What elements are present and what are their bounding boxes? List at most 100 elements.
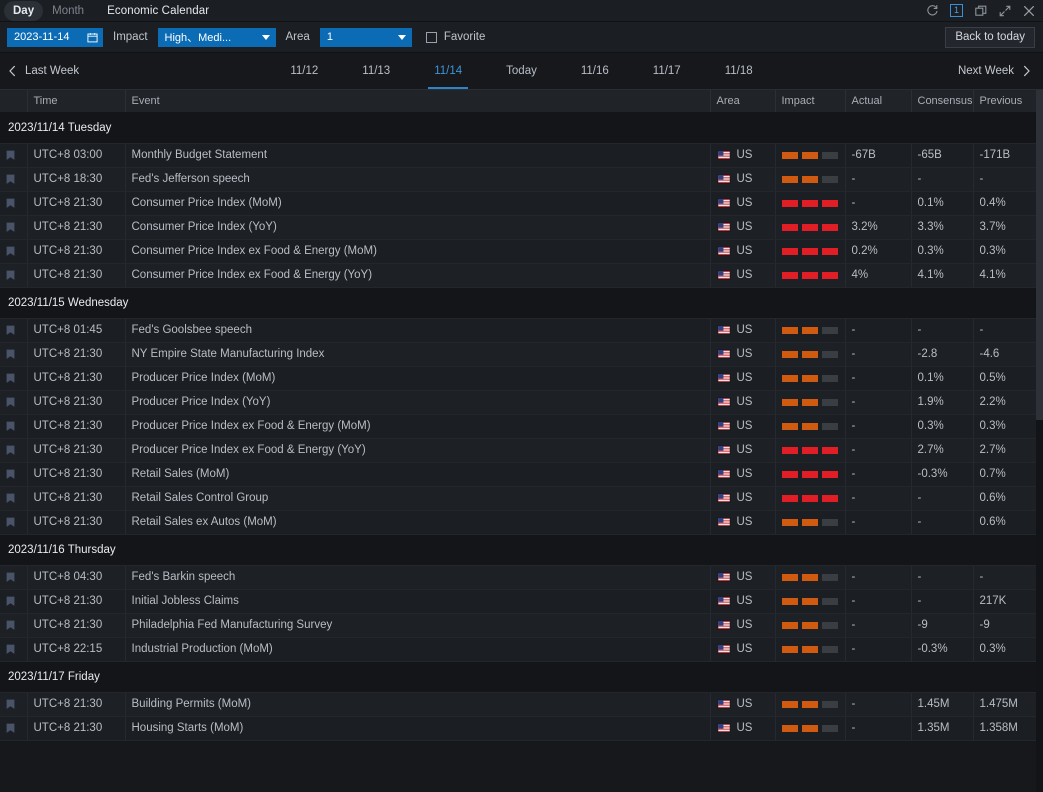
bookmark-icon[interactable] (6, 644, 21, 655)
close-icon[interactable] (1022, 4, 1035, 17)
table-row[interactable]: UTC+8 21:30Housing Starts (MoM)US-1.35M1… (0, 716, 1036, 740)
favorite-toggle-cell[interactable] (0, 239, 27, 263)
favorite-toggle-cell[interactable] (0, 390, 27, 414)
back-to-today-button[interactable]: Back to today (945, 27, 1035, 48)
table-row[interactable]: UTC+8 21:30Retail Sales Control GroupUS-… (0, 486, 1036, 510)
bookmark-icon[interactable] (6, 572, 21, 583)
table-row[interactable]: UTC+8 21:30Retail Sales (MoM)US--0.3%0.7… (0, 462, 1036, 486)
table-row[interactable]: UTC+8 21:30Consumer Price Index ex Food … (0, 263, 1036, 287)
table-row[interactable]: UTC+8 21:30Consumer Price Index (YoY)US3… (0, 215, 1036, 239)
favorite-toggle-cell[interactable] (0, 342, 27, 366)
favorite-toggle-cell[interactable] (0, 318, 27, 342)
table-row[interactable]: UTC+8 21:30Consumer Price Index (MoM)US-… (0, 191, 1036, 215)
cell-time: UTC+8 21:30 (27, 438, 125, 462)
day-tab-1114[interactable]: 11/14 (412, 53, 484, 89)
impact-bar (822, 375, 838, 382)
column-area[interactable]: Area (710, 90, 775, 112)
impact-filter-select[interactable]: High、Medi... (158, 28, 276, 47)
table-row[interactable]: UTC+8 22:15Industrial Production (MoM)US… (0, 637, 1036, 661)
tab-day[interactable]: Day (4, 1, 43, 21)
vertical-scrollbar-track[interactable] (1036, 90, 1043, 792)
table-row[interactable]: UTC+8 03:00Monthly Budget StatementUS-67… (0, 143, 1036, 167)
table-row[interactable]: UTC+8 21:30Initial Jobless ClaimsUS--217… (0, 589, 1036, 613)
table-row[interactable]: UTC+8 21:30Consumer Price Index ex Food … (0, 239, 1036, 263)
favorite-toggle-cell[interactable] (0, 143, 27, 167)
favorite-toggle-cell[interactable] (0, 167, 27, 191)
bookmark-icon[interactable] (6, 620, 21, 631)
window-count-badge[interactable]: 1 (950, 4, 963, 17)
favorite-toggle-cell[interactable] (0, 263, 27, 287)
favorite-toggle-cell[interactable] (0, 510, 27, 534)
bookmark-icon[interactable] (6, 421, 21, 432)
bookmark-icon[interactable] (6, 397, 21, 408)
favorite-toggle-cell[interactable] (0, 462, 27, 486)
bookmark-icon[interactable] (6, 222, 21, 233)
table-row[interactable]: UTC+8 04:30Fed's Barkin speechUS--- (0, 565, 1036, 589)
bookmark-icon[interactable] (6, 373, 21, 384)
bookmark-icon[interactable] (6, 445, 21, 456)
favorite-toggle-cell[interactable] (0, 637, 27, 661)
favorite-toggle-cell[interactable] (0, 438, 27, 462)
table-row[interactable]: UTC+8 18:30Fed's Jefferson speechUS--- (0, 167, 1036, 191)
impact-bar (802, 152, 818, 159)
bookmark-icon[interactable] (6, 325, 21, 336)
day-tab-1118[interactable]: 11/18 (703, 53, 775, 89)
table-row[interactable]: UTC+8 21:30Philadelphia Fed Manufacturin… (0, 613, 1036, 637)
favorite-toggle-cell[interactable] (0, 215, 27, 239)
table-row[interactable]: UTC+8 21:30Building Permits (MoM)US-1.45… (0, 692, 1036, 716)
refresh-icon[interactable] (926, 4, 939, 17)
cell-time: UTC+8 21:30 (27, 215, 125, 239)
day-tab-1112[interactable]: 11/12 (268, 53, 340, 89)
favorite-checkbox[interactable] (426, 32, 437, 43)
favorite-toggle-cell[interactable] (0, 414, 27, 438)
tab-month[interactable]: Month (43, 1, 93, 21)
bookmark-icon[interactable] (6, 246, 21, 257)
bookmark-icon[interactable] (6, 699, 21, 710)
calendar-icon[interactable] (87, 32, 98, 43)
favorite-toggle-cell[interactable] (0, 191, 27, 215)
date-input[interactable]: 2023-11-14 (7, 28, 103, 47)
table-row[interactable]: UTC+8 21:30Retail Sales ex Autos (MoM)US… (0, 510, 1036, 534)
bookmark-icon[interactable] (6, 493, 21, 504)
bookmark-icon[interactable] (6, 174, 21, 185)
cell-area: US (710, 613, 775, 637)
column-event[interactable]: Event (125, 90, 710, 112)
table-row[interactable]: UTC+8 01:45Fed's Goolsbee speechUS--- (0, 318, 1036, 342)
day-tab-1117[interactable]: 11/17 (631, 53, 703, 89)
table-row[interactable]: UTC+8 21:30Producer Price Index (MoM)US-… (0, 366, 1036, 390)
favorite-toggle-cell[interactable] (0, 486, 27, 510)
favorite-toggle-cell[interactable] (0, 565, 27, 589)
favorite-filter[interactable]: Favorite (426, 31, 486, 43)
day-tab-today[interactable]: Today (484, 53, 559, 89)
column-favorite[interactable] (0, 90, 27, 112)
bookmark-icon[interactable] (6, 270, 21, 281)
favorite-toggle-cell[interactable] (0, 366, 27, 390)
vertical-scrollbar-thumb[interactable] (1036, 90, 1043, 420)
column-time[interactable]: Time (27, 90, 125, 112)
bookmark-icon[interactable] (6, 349, 21, 360)
bookmark-icon[interactable] (6, 150, 21, 161)
day-tab-1116[interactable]: 11/16 (559, 53, 631, 89)
table-row[interactable]: UTC+8 21:30Producer Price Index ex Food … (0, 414, 1036, 438)
favorite-toggle-cell[interactable] (0, 716, 27, 740)
bookmark-icon[interactable] (6, 596, 21, 607)
expand-icon[interactable] (998, 4, 1011, 17)
table-row[interactable]: UTC+8 21:30Producer Price Index (YoY)US-… (0, 390, 1036, 414)
day-tab-1113[interactable]: 11/13 (340, 53, 412, 89)
bookmark-icon[interactable] (6, 198, 21, 209)
column-actual[interactable]: Actual (845, 90, 911, 112)
column-previous[interactable]: Previous (973, 90, 1036, 112)
favorite-toggle-cell[interactable] (0, 589, 27, 613)
bookmark-icon[interactable] (6, 723, 21, 734)
table-row[interactable]: UTC+8 21:30Producer Price Index ex Food … (0, 438, 1036, 462)
calendar-table-container[interactable]: Time Event Area Impact Actual Consensus … (0, 90, 1043, 792)
restore-window-icon[interactable] (974, 4, 987, 17)
favorite-toggle-cell[interactable] (0, 613, 27, 637)
favorite-toggle-cell[interactable] (0, 692, 27, 716)
column-consensus[interactable]: Consensus (911, 90, 973, 112)
bookmark-icon[interactable] (6, 517, 21, 528)
column-impact[interactable]: Impact (775, 90, 845, 112)
bookmark-icon[interactable] (6, 469, 21, 480)
table-row[interactable]: UTC+8 21:30NY Empire State Manufacturing… (0, 342, 1036, 366)
area-filter-select[interactable]: 1 (320, 28, 412, 47)
